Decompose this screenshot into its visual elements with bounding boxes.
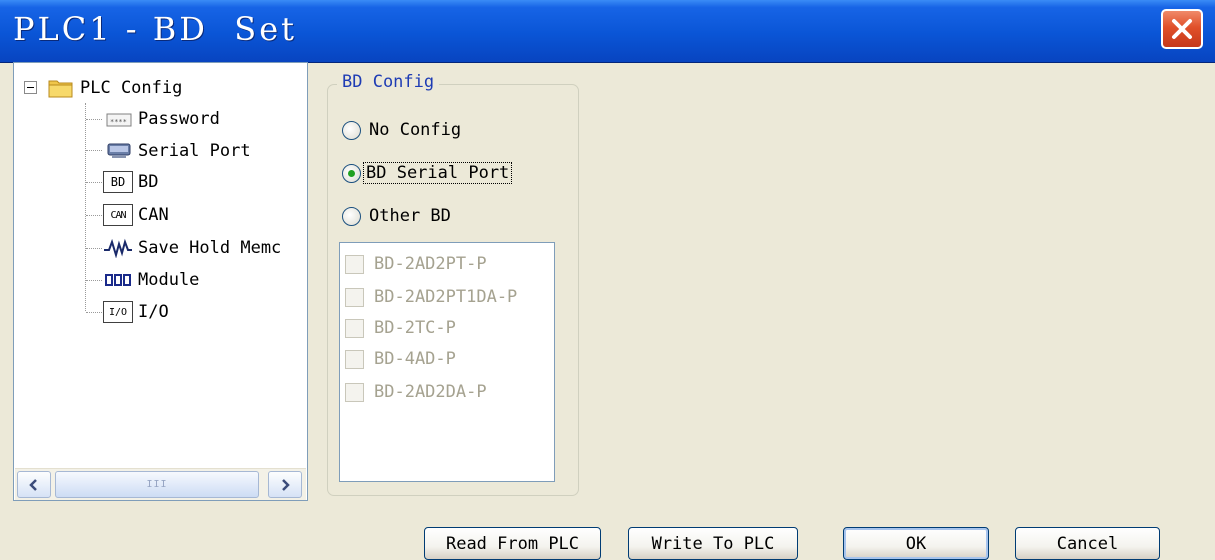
tree-root-plc-config[interactable]: PLC Config	[78, 75, 184, 101]
waveform-icon	[103, 237, 133, 259]
title-bar[interactable]: PLC1 - BD Set	[0, 0, 1215, 63]
chevron-right-icon	[282, 478, 290, 491]
close-button[interactable]	[1161, 9, 1203, 49]
tree-item-io[interactable]: I/O	[136, 299, 171, 325]
bd-icon: BD	[103, 171, 133, 193]
checkbox-icon	[345, 382, 364, 402]
radio-button-icon	[342, 206, 361, 226]
checkbox-icon	[345, 349, 364, 369]
radio-label: Other BD	[369, 206, 451, 226]
config-tree[interactable]: PLC Config **** Password Serial Port BD …	[13, 62, 308, 501]
chevron-left-icon	[29, 478, 37, 491]
write-to-plc-button[interactable]: Write To PLC	[628, 527, 798, 560]
checkbox-bd-2ad2da-p[interactable]: BD-2AD2DA-P	[345, 382, 487, 402]
checkbox-bd-2ad2pt1da-p[interactable]: BD-2AD2PT1DA-P	[345, 287, 517, 307]
bd-set-dialog: PLC1 - BD Set PLC Config **** Password S…	[0, 0, 1215, 560]
can-icon: CAN	[103, 204, 133, 226]
radio-button-icon	[342, 120, 361, 140]
bd-module-list[interactable]: BD-2AD2PT-P BD-2AD2PT1DA-P BD-2TC-P BD-4…	[339, 242, 555, 482]
io-icon: I/O	[103, 301, 133, 323]
checkbox-icon	[345, 318, 364, 338]
scroll-thumb[interactable]: III	[55, 471, 259, 498]
scroll-left-button[interactable]	[17, 471, 51, 498]
horizontal-scrollbar[interactable]: III	[15, 468, 306, 500]
read-from-plc-button[interactable]: Read From PLC	[424, 527, 601, 560]
checkbox-icon	[345, 254, 364, 274]
checkbox-bd-4ad-p[interactable]: BD-4AD-P	[345, 349, 456, 369]
tree-item-bd[interactable]: BD	[136, 169, 160, 195]
tree-item-save-hold-memory[interactable]: Save Hold Memc	[136, 235, 283, 261]
module-icon	[103, 269, 133, 291]
radio-no-config[interactable]: No Config	[342, 120, 461, 140]
serial-port-icon	[104, 140, 134, 162]
radio-label: No Config	[369, 120, 462, 140]
scroll-right-button[interactable]	[268, 471, 302, 498]
radio-bd-serial-port[interactable]: BD Serial Port	[342, 162, 513, 184]
tree-item-serial-port[interactable]: Serial Port	[136, 138, 253, 164]
checkbox-bd-2tc-p[interactable]: BD-2TC-P	[345, 318, 456, 338]
bd-config-legend: BD Config	[337, 72, 440, 92]
tree-item-can[interactable]: CAN	[136, 202, 171, 228]
grip-icon: III	[146, 479, 168, 490]
window-title: PLC1 - BD Set	[13, 10, 298, 48]
radio-other-bd[interactable]: Other BD	[342, 206, 451, 226]
cancel-button[interactable]: Cancel	[1015, 527, 1160, 560]
checkbox-bd-2ad2pt-p[interactable]: BD-2AD2PT-P	[345, 254, 487, 274]
ok-button[interactable]: OK	[843, 527, 989, 560]
collapse-expander[interactable]	[24, 81, 37, 94]
radio-button-icon	[342, 163, 361, 183]
folder-icon	[48, 80, 73, 98]
password-icon: ****	[104, 109, 134, 131]
tree-item-module[interactable]: Module	[136, 267, 201, 293]
checkbox-icon	[345, 287, 364, 307]
svg-text:****: ****	[110, 118, 127, 126]
tree-item-password[interactable]: Password	[136, 106, 222, 132]
radio-label: BD Serial Port	[363, 162, 513, 184]
close-icon	[1172, 19, 1192, 39]
